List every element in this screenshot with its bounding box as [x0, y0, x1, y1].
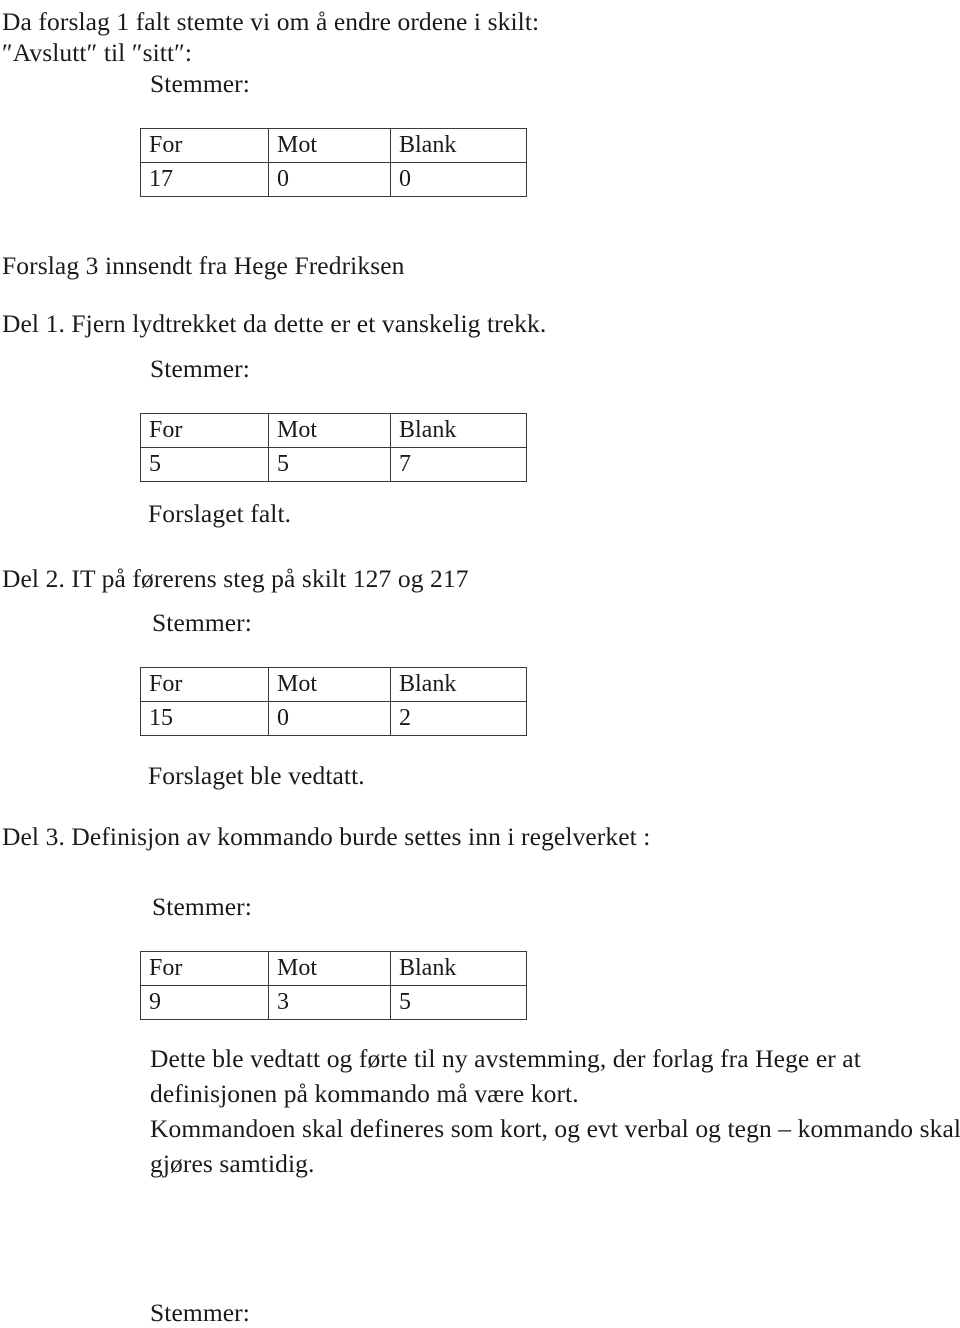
vote-table-2: For Mot Blank 5 5 7	[140, 413, 527, 482]
vote-value-mot: 5	[268, 447, 391, 482]
forslag-3-heading: Forslag 3 innsendt fra Hege Fredriksen	[2, 251, 405, 280]
del-1-heading: Del 1. Fjern lydtrekket da dette er et v…	[2, 309, 547, 338]
del-3-paragraph-line-1: Dette ble vedtatt og førte til ny avstem…	[150, 1044, 861, 1073]
vote-value-blank: 7	[390, 447, 527, 482]
vote-header-mot: Mot	[268, 951, 391, 986]
vote-value-blank: 5	[390, 985, 527, 1020]
vote-header-blank: Blank	[390, 413, 527, 448]
table-row-header: For Mot Blank	[140, 128, 527, 163]
vote-header-for: For	[140, 667, 269, 702]
vote-value-blank: 0	[390, 162, 527, 197]
vote-header-mot: Mot	[268, 667, 391, 702]
del-2-result: Forslaget ble vedtatt.	[148, 761, 365, 790]
del-3-heading: Del 3. Definisjon av kommando burde sett…	[2, 822, 651, 851]
del-3-paragraph-line-4: gjøres samtidig.	[150, 1149, 315, 1178]
del-2-heading: Del 2. IT på førerens steg på skilt 127 …	[2, 564, 469, 593]
table-row-values: 17 0 0	[140, 162, 527, 197]
del-3-stemmer-label: Stemmer:	[152, 892, 252, 921]
intro-line-2: ″Avslutt″ til ″sitt″:	[2, 38, 193, 67]
trailing-stemmer-label: Stemmer:	[150, 1298, 250, 1327]
document-page: Da forslag 1 falt stemte vi om å endre o…	[0, 0, 960, 1327]
del-3-paragraph-line-3: Kommandoen skal defineres som kort, og e…	[150, 1114, 960, 1143]
vote-value-mot: 0	[268, 701, 391, 736]
vote-value-for: 17	[140, 162, 269, 197]
vote-value-mot: 3	[268, 985, 391, 1020]
vote-value-blank: 2	[390, 701, 527, 736]
vote-value-for: 5	[140, 447, 269, 482]
intro-stemmer-label: Stemmer:	[150, 69, 250, 98]
del-1-result: Forslaget falt.	[148, 499, 292, 528]
vote-header-blank: Blank	[390, 128, 527, 163]
table-row-header: For Mot Blank	[140, 413, 527, 448]
intro-line-1: Da forslag 1 falt stemte vi om å endre o…	[2, 7, 540, 36]
vote-value-mot: 0	[268, 162, 391, 197]
table-row-values: 15 0 2	[140, 701, 527, 736]
vote-header-mot: Mot	[268, 128, 391, 163]
vote-header-for: For	[140, 951, 269, 986]
vote-table-4: For Mot Blank 9 3 5	[140, 951, 527, 1020]
vote-header-blank: Blank	[390, 951, 527, 986]
del-2-stemmer-label: Stemmer:	[152, 608, 252, 637]
vote-header-for: For	[140, 413, 269, 448]
vote-header-for: For	[140, 128, 269, 163]
vote-header-blank: Blank	[390, 667, 527, 702]
table-row-header: For Mot Blank	[140, 667, 527, 702]
table-row-header: For Mot Blank	[140, 951, 527, 986]
del-1-stemmer-label: Stemmer:	[150, 354, 250, 383]
vote-table-3: For Mot Blank 15 0 2	[140, 667, 527, 736]
vote-header-mot: Mot	[268, 413, 391, 448]
vote-value-for: 9	[140, 985, 269, 1020]
del-3-paragraph-line-2: definisjonen på kommando må være kort.	[150, 1079, 579, 1108]
table-row-values: 9 3 5	[140, 985, 527, 1020]
vote-value-for: 15	[140, 701, 269, 736]
vote-table-1: For Mot Blank 17 0 0	[140, 128, 527, 197]
table-row-values: 5 5 7	[140, 447, 527, 482]
